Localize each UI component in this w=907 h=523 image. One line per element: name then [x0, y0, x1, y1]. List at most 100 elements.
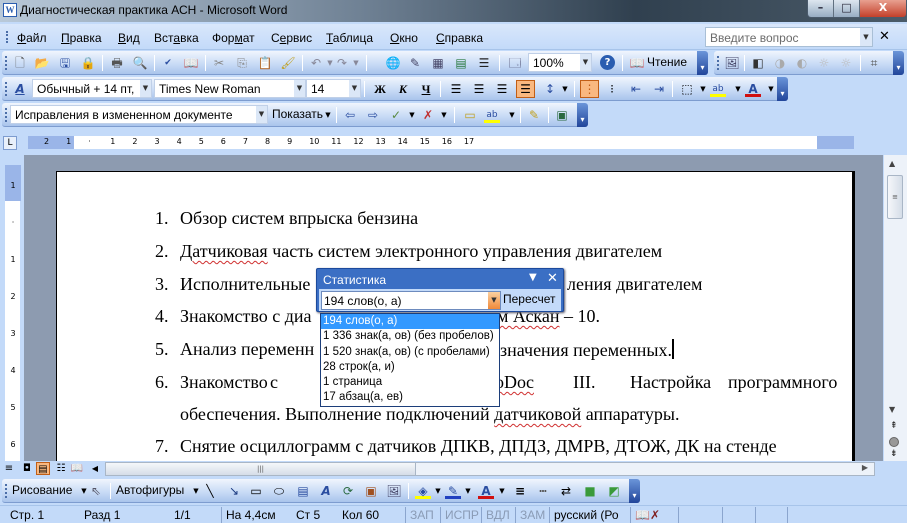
dash-style-icon[interactable]: ┅ — [535, 483, 551, 499]
word-count-title[interactable]: Статистика — [323, 273, 386, 287]
highlight-icon[interactable]: ab — [484, 107, 500, 123]
redo-dropdown-icon[interactable]: ▼ — [348, 55, 364, 71]
menu-view[interactable]: Вид — [118, 31, 140, 45]
minimize-button[interactable]: – — [808, 0, 834, 17]
align-center-icon[interactable]: ☰ — [471, 81, 487, 97]
track-changes-icon[interactable]: ✎ — [526, 107, 542, 123]
less-brightness-icon[interactable]: ☼ — [838, 55, 854, 71]
select-browse-object-icon[interactable] — [889, 437, 899, 447]
toolbar-grip[interactable] — [5, 82, 7, 96]
normal-view-icon[interactable]: ≡ — [2, 462, 16, 475]
arrow-style-icon[interactable]: ⇄ — [558, 483, 574, 499]
next-page-icon[interactable]: ⇟ — [890, 449, 898, 459]
close-icon[interactable]: ✕ — [547, 271, 558, 286]
bold-button[interactable]: Ж — [372, 81, 388, 97]
toolbar-options-icon[interactable]: ▾ — [629, 479, 640, 503]
status-track-changes[interactable]: ИСПР — [440, 507, 479, 523]
less-contrast-icon[interactable]: ◐ — [794, 55, 810, 71]
toolbar-options-icon[interactable]: ▾ — [893, 51, 904, 75]
reject-change-icon[interactable]: ✗ — [420, 107, 436, 123]
previous-page-icon[interactable]: ⇞ — [890, 421, 898, 431]
toolbar-options-icon[interactable]: ▾ — [697, 51, 708, 75]
chevron-down-icon[interactable]: ▼ — [730, 81, 746, 97]
italic-button[interactable]: К — [395, 81, 411, 97]
wordart-icon[interactable]: A — [318, 483, 334, 499]
close-button[interactable]: X — [860, 0, 906, 17]
next-change-icon[interactable]: ⇨ — [365, 107, 381, 123]
document-map-icon[interactable]: 🗔 — [507, 55, 523, 71]
print-layout-icon[interactable]: ▤ — [36, 462, 50, 475]
toolbar-grip[interactable] — [717, 56, 719, 70]
underline-button[interactable]: Ч — [418, 81, 434, 97]
style-select[interactable]: Обычный + 14 пт, ▼ — [32, 79, 152, 98]
menu-window[interactable]: Окно — [390, 31, 418, 45]
chevron-down-icon[interactable]: ▼ — [436, 107, 452, 123]
chevron-down-icon[interactable]: ▼ — [460, 483, 476, 499]
reviewing-pane-icon[interactable]: ▣ — [554, 107, 570, 123]
line-style-icon[interactable]: ≡ — [512, 483, 528, 499]
toolbar-grip[interactable] — [5, 56, 7, 70]
shadow-style-icon[interactable]: ■ — [582, 483, 598, 499]
autoshapes-button[interactable]: Автофигуры — [116, 483, 184, 497]
dropdown-option[interactable]: 1 страница — [321, 375, 499, 390]
more-brightness-icon[interactable]: ☼ — [816, 55, 832, 71]
paste-icon[interactable]: 📋 — [257, 55, 273, 71]
justify-icon[interactable]: ☰ — [516, 80, 535, 98]
chevron-down-icon[interactable]: ▼ — [320, 107, 336, 123]
chevron-down-icon[interactable]: ▼ — [580, 54, 591, 71]
copy-icon[interactable]: ⎘ — [234, 55, 250, 71]
reading-layout-icon[interactable]: 📖 — [70, 462, 84, 475]
spelling-icon[interactable]: ✔ — [160, 55, 176, 71]
toolbar-grip[interactable] — [5, 484, 7, 498]
dropdown-option[interactable]: 1 520 знак(а, ов) (с пробелами) — [321, 345, 499, 360]
highlight-icon[interactable]: ab — [710, 81, 726, 97]
menu-grip[interactable] — [6, 31, 8, 43]
font-color-icon[interactable]: A — [478, 483, 494, 499]
scroll-right-icon[interactable]: ▶ — [862, 463, 868, 472]
chevron-down-icon[interactable]: ▼ — [494, 483, 510, 499]
font-size-select[interactable]: 14 ▼ — [306, 79, 361, 98]
format-painter-icon[interactable]: 🖌 — [280, 55, 296, 71]
status-record[interactable]: ЗАП — [405, 507, 434, 523]
menu-help[interactable]: Справка — [436, 31, 483, 45]
vertical-ruler[interactable]: 1 · 1 2 3 4 5 6 — [4, 165, 21, 461]
accept-change-icon[interactable]: ✓ — [388, 107, 404, 123]
previous-change-icon[interactable]: ⇦ — [342, 107, 358, 123]
toolbar-options-icon[interactable]: ▾ — [777, 77, 788, 101]
dropdown-option[interactable]: 194 слов(о, а) — [321, 314, 499, 330]
line-spacing-icon[interactable]: ↕ — [542, 81, 558, 97]
chevron-down-icon[interactable]: ▼ — [349, 80, 360, 97]
tab-selector-icon[interactable]: L — [3, 136, 17, 150]
scroll-down-icon[interactable]: ▼ — [889, 405, 895, 414]
maximize-button[interactable]: □ — [834, 0, 860, 17]
hscroll-thumb[interactable]: ||| — [106, 463, 416, 475]
scroll-up-icon[interactable]: ▲ — [889, 159, 895, 168]
styles-formatting-icon[interactable]: A — [12, 81, 28, 97]
decrease-indent-icon[interactable]: ⇤ — [628, 81, 644, 97]
outline-view-icon[interactable]: ☷ — [54, 462, 68, 475]
chevron-down-icon[interactable]: ▼ — [695, 81, 711, 97]
dropdown-option[interactable]: 28 строк(а, и) — [321, 360, 499, 375]
toolbar-options-icon[interactable]: ▼ — [529, 272, 537, 283]
dropdown-option[interactable]: 17 абзац(а, ев) — [321, 390, 499, 405]
font-color-icon[interactable]: A — [745, 81, 761, 97]
align-right-icon[interactable]: ☰ — [494, 81, 510, 97]
insert-excel-icon[interactable]: ▤ — [453, 55, 469, 71]
font-select[interactable]: Times New Roman ▼ — [154, 79, 306, 98]
permission-icon[interactable]: 🔒 — [80, 55, 96, 71]
color-icon[interactable]: ◧ — [750, 55, 766, 71]
toolbar-grip[interactable] — [5, 108, 7, 122]
menu-insert[interactable]: Вставка — [154, 31, 199, 45]
clip-art-icon[interactable]: ▣ — [363, 483, 379, 499]
bullets-icon[interactable]: ⁝ — [604, 81, 620, 97]
horizontal-scrollbar[interactable]: ||| ▶ — [105, 462, 875, 476]
insert-picture-icon[interactable]: 🖼 — [724, 55, 740, 71]
increase-indent-icon[interactable]: ⇥ — [651, 81, 667, 97]
insert-picture-icon[interactable]: 🖼 — [386, 483, 402, 499]
show-button[interactable]: Показать — [272, 107, 323, 121]
chevron-down-icon[interactable]: ▼ — [430, 483, 446, 499]
3d-style-icon[interactable]: ◩ — [606, 483, 622, 499]
scroll-thumb[interactable]: ≡ — [887, 175, 903, 219]
status-extend[interactable]: ВДЛ — [481, 507, 510, 523]
chevron-down-icon[interactable]: ▼ — [294, 80, 305, 97]
